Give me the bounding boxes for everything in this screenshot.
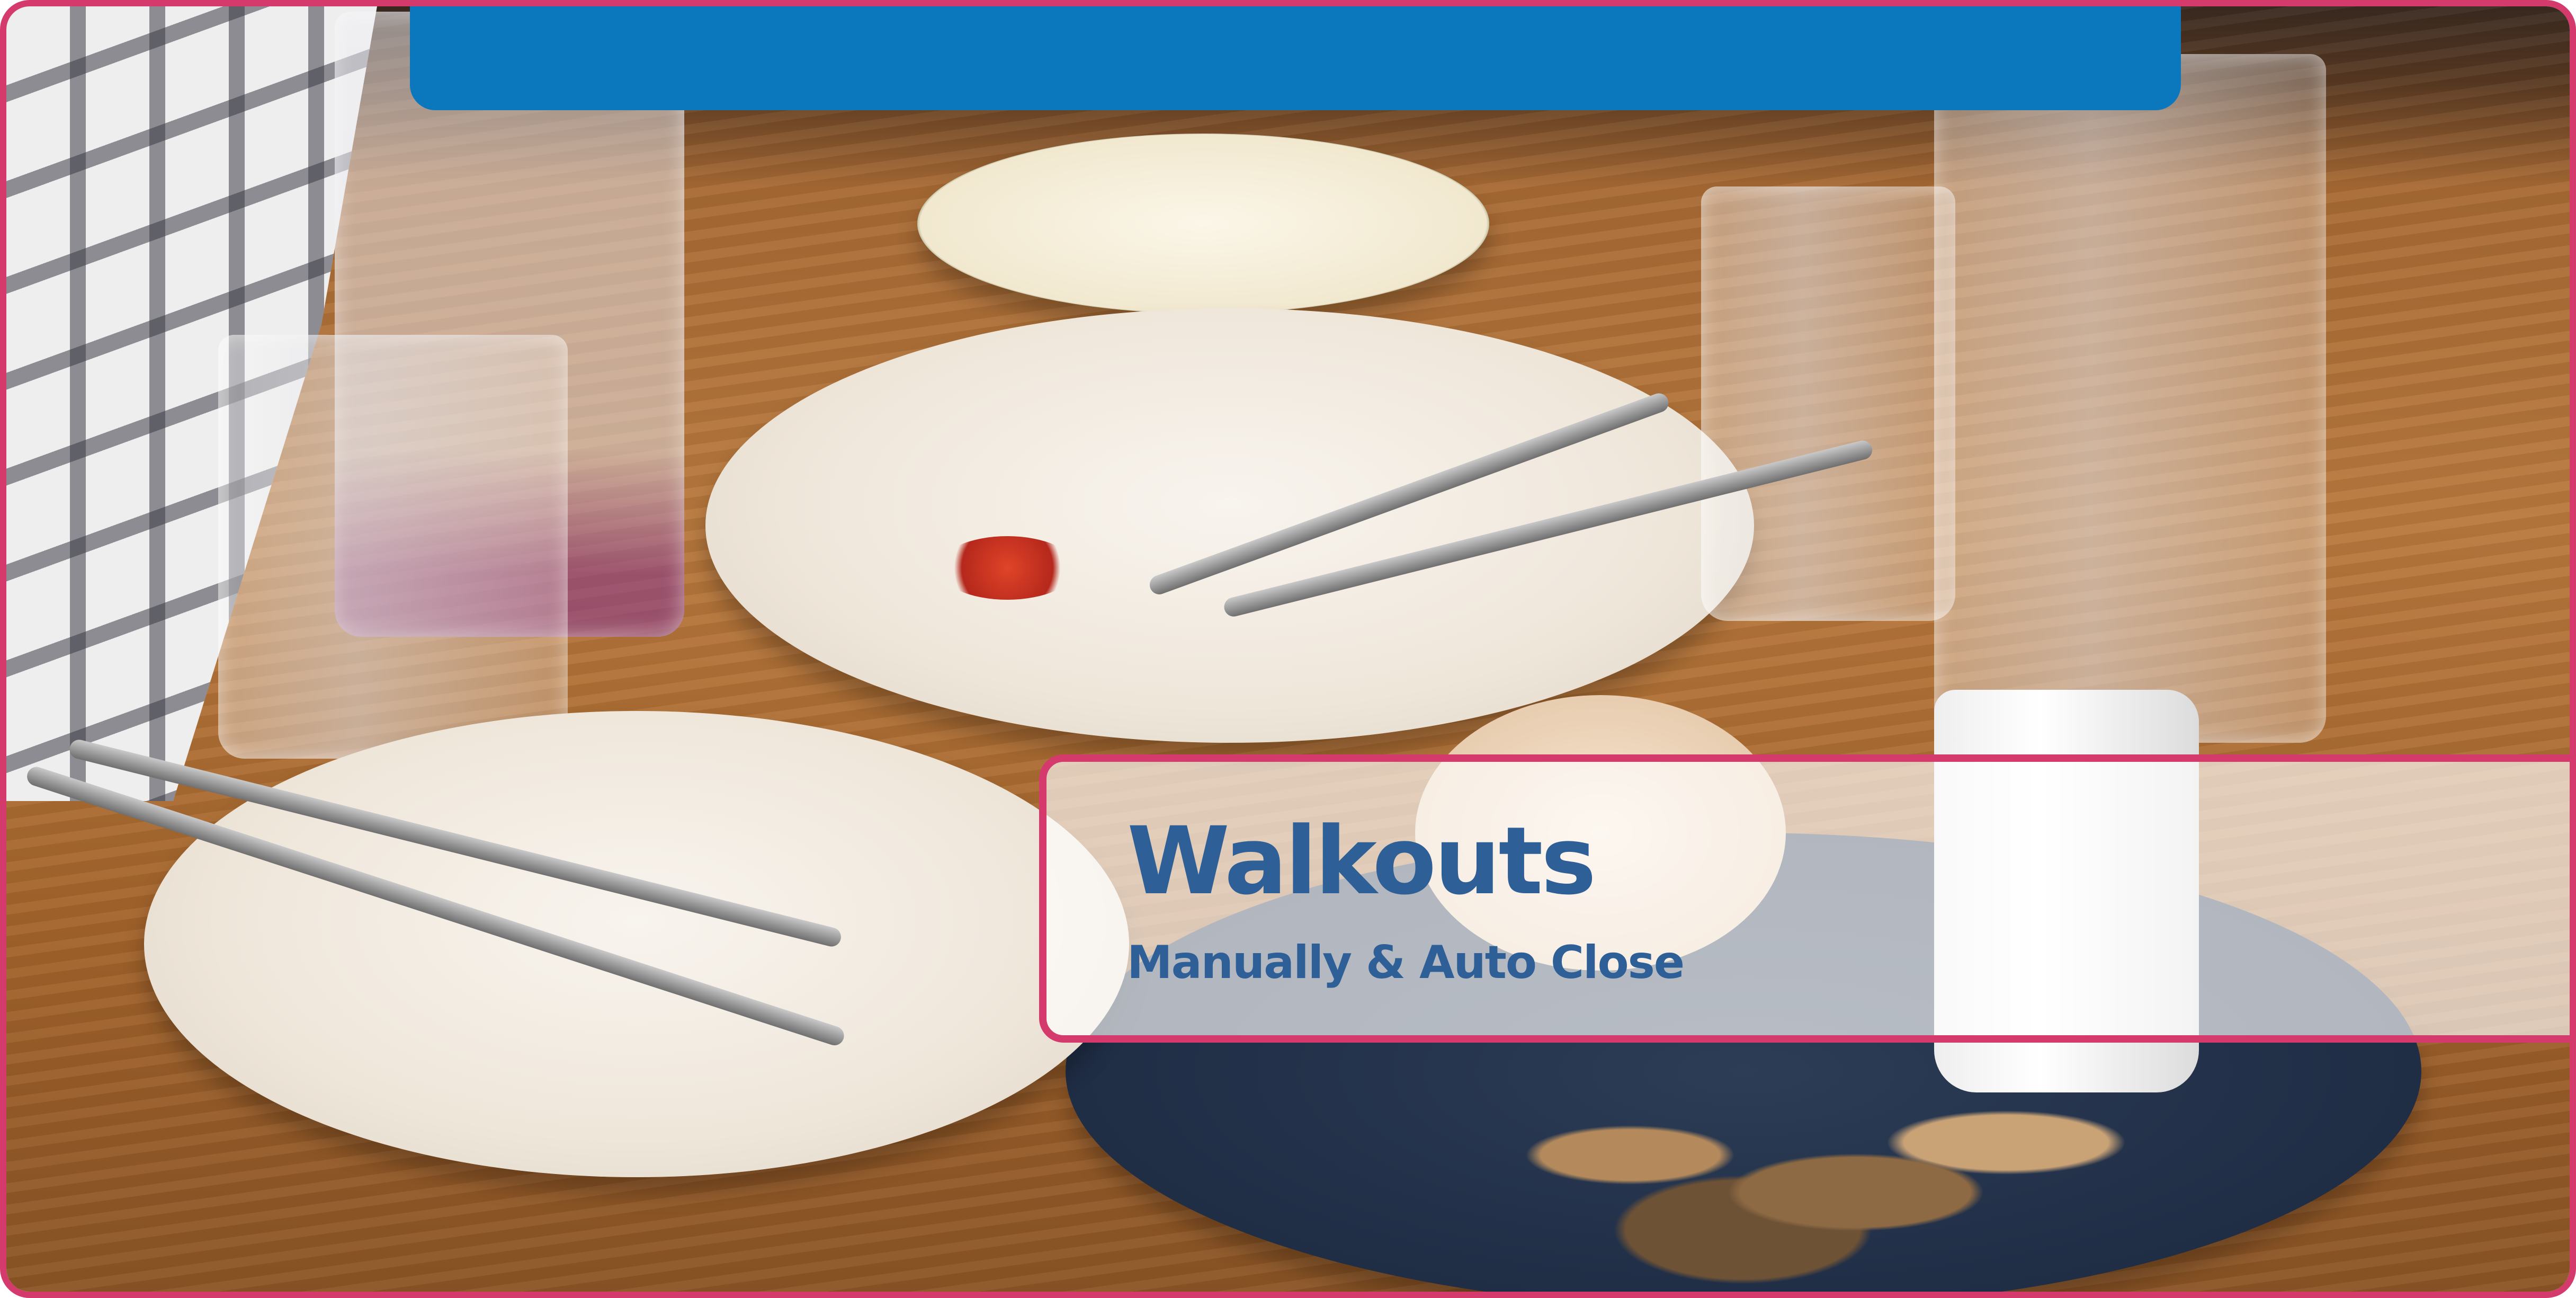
title-panel: Walkouts Manually & Auto Close <box>1039 754 2570 1043</box>
slide-frame: Walkouts Manually & Auto Close <box>0 0 2576 1298</box>
slide-title: Walkouts <box>1127 807 1596 915</box>
glass <box>218 335 568 759</box>
top-banner-bar <box>410 6 2181 110</box>
back-bowl <box>917 134 1489 314</box>
glass <box>1934 54 2326 743</box>
left-plate <box>144 711 1129 1177</box>
glass <box>1701 186 1955 621</box>
slide-subtitle: Manually & Auto Close <box>1127 936 1685 989</box>
background-photo-dirty-dishes <box>6 6 2570 1292</box>
food-scrap <box>938 536 1076 600</box>
